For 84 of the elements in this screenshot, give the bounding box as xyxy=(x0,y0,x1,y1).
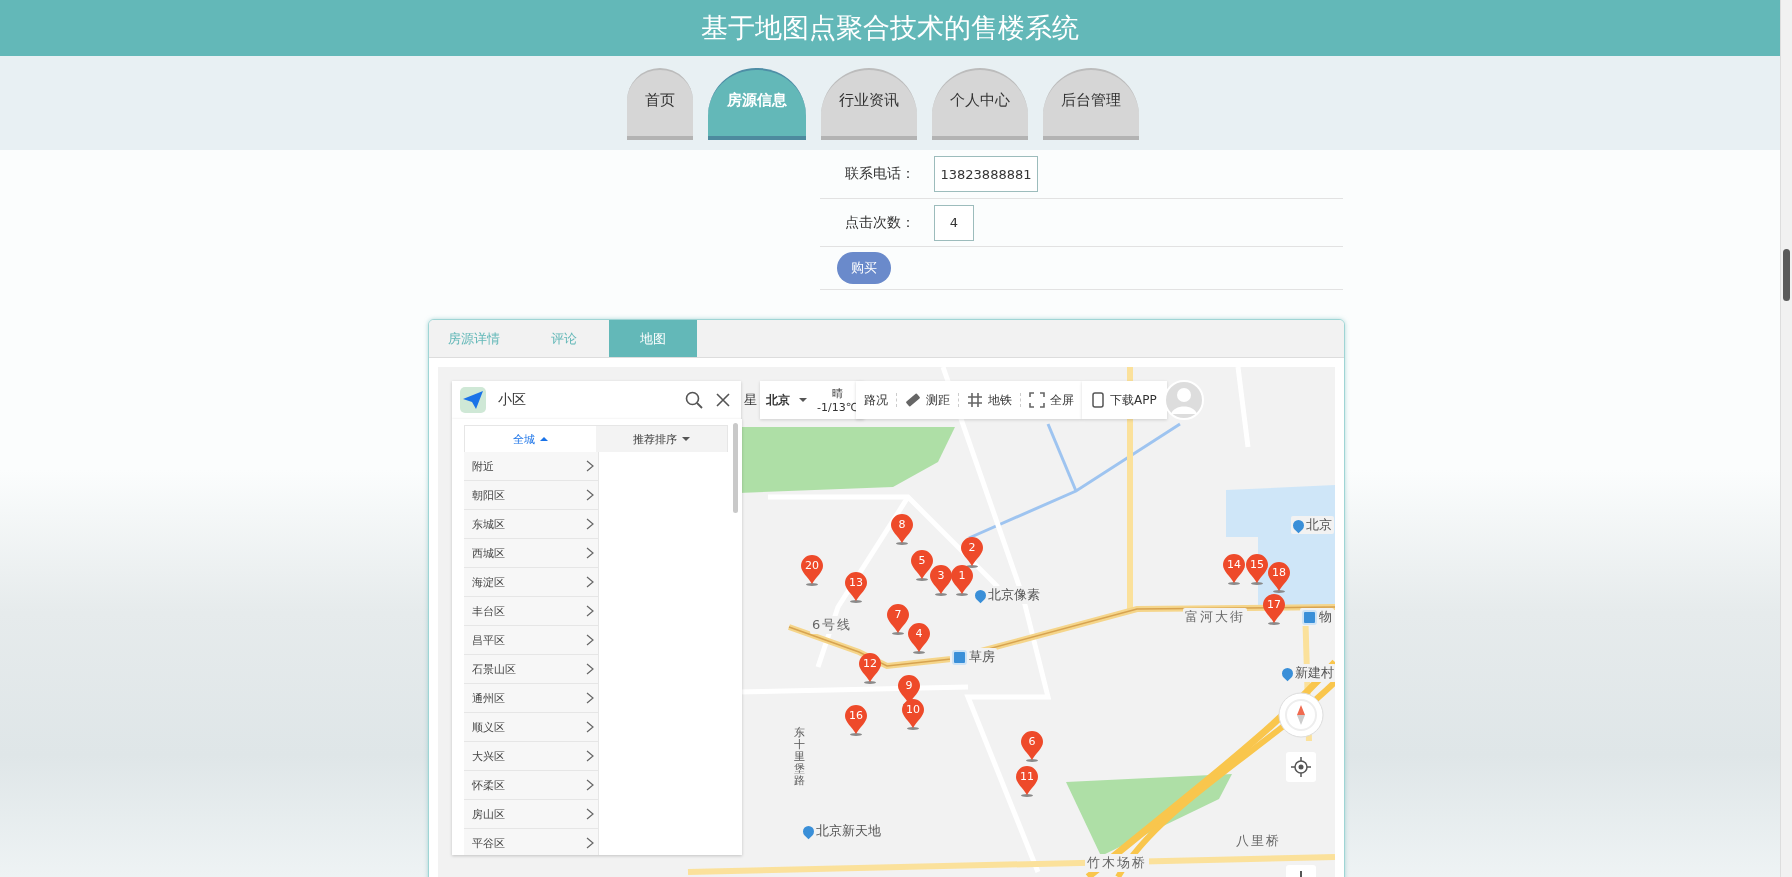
district-item[interactable]: 昌平区 xyxy=(464,626,598,655)
district-item[interactable]: 丰台区 xyxy=(464,597,598,626)
nav-tab[interactable]: 个人中心 xyxy=(932,68,1028,140)
map-marker[interactable]: 13 xyxy=(845,572,867,603)
map-marker[interactable]: 17 xyxy=(1263,594,1285,625)
chevron-right-icon xyxy=(586,721,594,733)
page-scrollbar[interactable] xyxy=(1780,0,1792,877)
chevron-right-icon xyxy=(586,460,594,472)
chevron-right-icon xyxy=(586,547,594,559)
map-tool-button[interactable]: 路况 xyxy=(862,391,890,409)
district-item[interactable]: 附近 xyxy=(464,452,598,481)
nav-tab[interactable]: 行业资讯 xyxy=(821,68,917,140)
filter-tab[interactable]: 推荐排序 xyxy=(596,426,727,452)
district-item[interactable]: 东城区 xyxy=(464,510,598,539)
download-app-button[interactable]: 下载APP xyxy=(1082,381,1167,419)
district-item[interactable]: 海淀区 xyxy=(464,568,598,597)
chevron-right-icon xyxy=(586,692,594,704)
chevron-right-icon xyxy=(586,808,594,820)
paper-plane-icon xyxy=(460,387,486,413)
weather-label: 晴 xyxy=(832,386,843,401)
map-marker[interactable]: 20 xyxy=(801,555,823,586)
input-field[interactable]: 4 xyxy=(934,204,974,241)
district-item[interactable]: 西城区 xyxy=(464,539,598,568)
field-label: 联系电话： xyxy=(844,165,915,183)
map-marker[interactable]: 4 xyxy=(908,623,930,654)
district-item[interactable]: 石景山区 xyxy=(464,655,598,684)
map-marker[interactable]: 11 xyxy=(1016,766,1038,797)
district-item[interactable]: 大兴区 xyxy=(464,742,598,771)
chevron-right-icon xyxy=(586,779,594,791)
district-item[interactable]: 通州区 xyxy=(464,684,598,713)
map-marker[interactable]: 5 xyxy=(911,550,933,581)
chevron-right-icon xyxy=(586,750,594,762)
map-marker[interactable]: 10 xyxy=(902,699,924,730)
phone-icon xyxy=(1092,392,1104,408)
district-item[interactable]: 房山区 xyxy=(464,800,598,829)
track-icon xyxy=(967,392,983,408)
district-item[interactable]: 怀柔区 xyxy=(464,771,598,800)
chevron-right-icon xyxy=(586,634,594,646)
site-title: 基于地图点聚合技术的售楼系统 xyxy=(701,11,1079,45)
station-label: 物 xyxy=(1300,608,1334,626)
map-marker[interactable]: 2 xyxy=(961,537,983,568)
temperature-label: -1/13℃ xyxy=(817,401,859,414)
locate-icon[interactable] xyxy=(1286,752,1316,782)
city-dropdown[interactable]: 北京 xyxy=(766,391,807,409)
chevron-right-icon xyxy=(586,489,594,501)
district-item[interactable]: 顺义区 xyxy=(464,713,598,742)
district-item[interactable]: 朝阳区 xyxy=(464,481,598,510)
map-tool-button[interactable]: 全屏 xyxy=(1027,391,1076,409)
road-label: 竹木场桥 xyxy=(1085,854,1149,872)
station-label: 草房 xyxy=(950,648,997,666)
map-marker[interactable]: 15 xyxy=(1246,554,1268,585)
chevron-right-icon xyxy=(586,663,594,675)
map-marker[interactable]: 16 xyxy=(845,705,867,736)
map-marker[interactable]: 3 xyxy=(930,565,952,596)
map-marker[interactable]: 12 xyxy=(859,653,881,684)
map-tool-button[interactable]: 测距 xyxy=(903,391,952,409)
map-marker[interactable]: 6 xyxy=(1021,731,1043,762)
search-field[interactable]: 小区 xyxy=(452,381,741,419)
scrollbar[interactable] xyxy=(733,423,738,513)
place-label: 北京像素 xyxy=(973,586,1042,604)
map-marker[interactable]: 1 xyxy=(951,565,973,596)
place-label: 北京新天地 xyxy=(801,822,883,840)
input-field[interactable]: 13823888881 xyxy=(934,156,1038,192)
map-marker[interactable]: 18 xyxy=(1268,562,1290,593)
map-marker[interactable]: 14 xyxy=(1223,554,1245,585)
map-marker[interactable]: 8 xyxy=(891,514,913,545)
map-tool-button[interactable]: 地铁 xyxy=(965,391,1014,409)
fullscreen-icon xyxy=(1029,392,1045,408)
chevron-right-icon xyxy=(586,837,594,849)
chevron-right-icon xyxy=(586,605,594,617)
nav-tab[interactable]: 首页 xyxy=(627,68,693,140)
chevron-right-icon xyxy=(586,518,594,530)
close-icon[interactable] xyxy=(715,392,731,408)
map-marker[interactable]: 7 xyxy=(887,604,909,635)
road-label: 富河大街 xyxy=(1183,608,1247,626)
field-label: 点击次数： xyxy=(844,213,915,232)
chevron-right-icon xyxy=(586,576,594,588)
nav-tab[interactable]: 后台管理 xyxy=(1043,68,1139,140)
district-item[interactable]: 平谷区 xyxy=(464,829,598,855)
road-label: 东十里堡路 xyxy=(792,727,807,788)
place-label: 北京 xyxy=(1291,516,1334,534)
map-type-label[interactable]: 星 xyxy=(744,391,757,409)
search-icon[interactable] xyxy=(685,391,703,409)
place-label: 新建村 xyxy=(1280,664,1335,682)
